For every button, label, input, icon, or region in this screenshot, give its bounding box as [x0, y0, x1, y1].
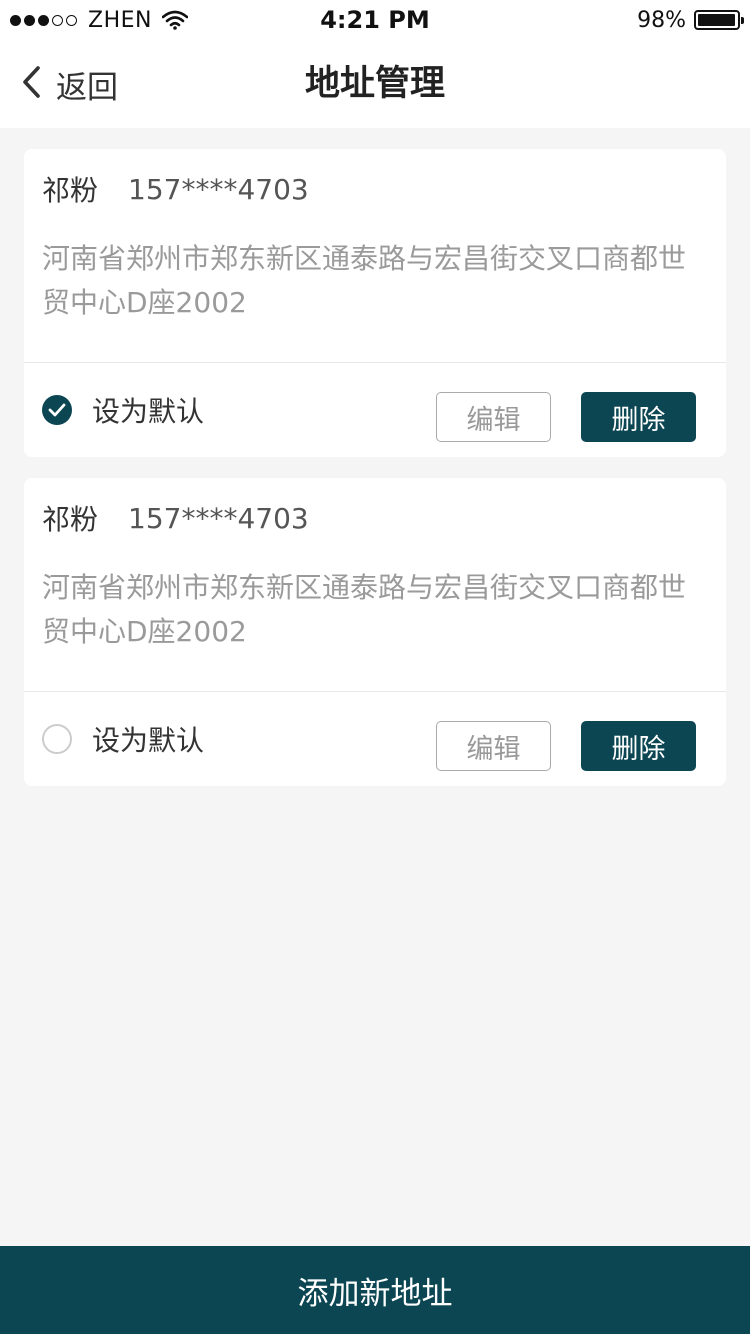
- set-default-toggle[interactable]: 设为默认: [42, 363, 204, 457]
- address-card: 祁粉 157****4703 河南省郑州市郑东新区通泰路与宏昌街交叉口商都世贸中…: [24, 149, 726, 457]
- contact-phone: 157****4703: [128, 501, 309, 535]
- set-default-label: 设为默认: [92, 724, 205, 757]
- back-label: 返回: [56, 69, 118, 106]
- battery-icon: [694, 10, 744, 30]
- delete-button[interactable]: 删除: [581, 721, 696, 771]
- address-info: 祁粉 157****4703 河南省郑州市郑东新区通泰路与宏昌街交叉口商都世贸中…: [24, 149, 726, 363]
- signal-dot: [10, 14, 21, 26]
- chevron-left-icon: [20, 65, 42, 103]
- signal-dot: [38, 14, 49, 26]
- battery-fill: [698, 14, 736, 26]
- wifi-icon: [161, 10, 188, 30]
- back-button[interactable]: 返回: [20, 40, 118, 128]
- contact-row: 祁粉 157****4703: [42, 169, 309, 209]
- battery-percent: 98%: [637, 7, 686, 33]
- status-bar: ZHEN 4:21 PM 98%: [0, 0, 750, 40]
- address-actions: 设为默认 编辑 删除: [24, 692, 726, 786]
- set-default-label: 设为默认: [92, 395, 205, 428]
- empty-circle-icon: [42, 724, 72, 754]
- address-text: 河南省郑州市郑东新区通泰路与宏昌街交叉口商都世贸中心D座2002: [42, 571, 687, 648]
- edit-button[interactable]: 编辑: [436, 721, 551, 771]
- address-card: 祁粉 157****4703 河南省郑州市郑东新区通泰路与宏昌街交叉口商都世贸中…: [24, 478, 726, 786]
- status-right: 98%: [637, 0, 744, 40]
- contact-row: 祁粉 157****4703: [42, 498, 309, 538]
- status-left: ZHEN: [10, 0, 188, 40]
- contact-phone: 157****4703: [128, 172, 309, 206]
- signal-dot: [24, 14, 35, 26]
- set-default-toggle[interactable]: 设为默认: [42, 692, 204, 786]
- contact-name: 祁粉: [42, 503, 99, 536]
- address-info: 祁粉 157****4703 河南省郑州市郑东新区通泰路与宏昌街交叉口商都世贸中…: [24, 478, 726, 692]
- nav-bar: 返回 地址管理: [0, 40, 750, 128]
- carrier-name: ZHEN: [88, 7, 152, 33]
- address-text: 河南省郑州市郑东新区通泰路与宏昌街交叉口商都世贸中心D座2002: [42, 242, 687, 319]
- address-actions: 设为默认 编辑 删除: [24, 363, 726, 457]
- edit-button[interactable]: 编辑: [436, 392, 551, 442]
- delete-button[interactable]: 删除: [581, 392, 696, 442]
- signal-dot: [66, 14, 77, 26]
- contact-name: 祁粉: [42, 174, 99, 207]
- check-circle-icon: [42, 395, 72, 425]
- add-address-button[interactable]: 添加新地址: [0, 1246, 750, 1334]
- signal-dot: [52, 14, 63, 26]
- signal-strength-icon: [10, 14, 80, 26]
